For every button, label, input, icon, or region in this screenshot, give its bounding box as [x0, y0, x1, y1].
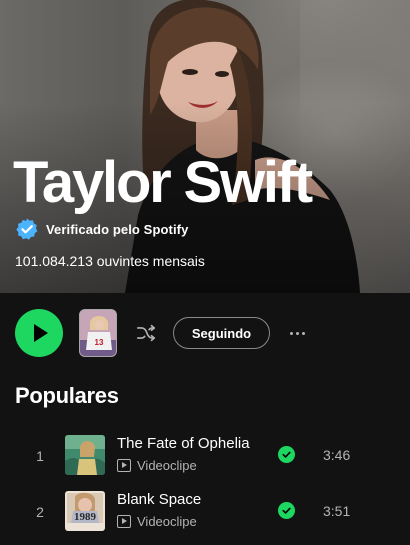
track-duration: 3:51 — [323, 503, 351, 519]
track-title[interactable]: Blank Space — [117, 491, 267, 508]
track-cover — [65, 435, 105, 475]
monthly-listeners: 101.084.213 ouvintes mensais — [15, 253, 205, 269]
track-subtitle-label: Videoclipe — [137, 513, 197, 529]
track-cover: 1989 — [65, 491, 105, 531]
track-title[interactable]: The Fate of Ophelia — [117, 435, 267, 452]
saved-check-icon[interactable] — [278, 446, 295, 463]
track-cover-image — [65, 435, 105, 475]
saved-check-icon[interactable] — [278, 502, 295, 519]
preview-jersey-number: 13 — [95, 338, 104, 347]
track-subtitle: Videoclipe — [117, 513, 197, 529]
preview-image: 13 — [80, 310, 116, 356]
track-cover-image: 1989 — [65, 491, 105, 531]
more-options-button[interactable] — [285, 321, 309, 345]
shuffle-button[interactable] — [133, 320, 159, 346]
preview-thumbnail[interactable]: 13 — [79, 309, 117, 357]
more-dot-icon — [289, 331, 293, 335]
verified-badge-row: Verificado pelo Spotify — [15, 218, 188, 240]
video-icon — [117, 458, 131, 472]
popular-section-title: Populares — [15, 383, 119, 408]
play-button[interactable] — [15, 309, 63, 357]
shuffle-icon — [136, 324, 156, 342]
artist-name: Taylor Swift — [13, 150, 313, 215]
more-dot-icon — [295, 331, 299, 335]
video-icon — [117, 514, 131, 528]
hero-gradient — [0, 0, 410, 293]
track-subtitle-label: Videoclipe — [137, 457, 197, 473]
verified-label: Verificado pelo Spotify — [46, 221, 189, 237]
action-bar: 13 Seguindo — [0, 293, 410, 373]
track-cover-text: 1989 — [74, 511, 97, 523]
track-subtitle: Videoclipe — [117, 457, 197, 473]
track-row[interactable]: 1 The Fate of Ophelia Videoclipe 3:46 — [0, 434, 410, 486]
verified-check-icon — [16, 218, 38, 240]
more-dot-icon — [301, 331, 305, 335]
track-index: 2 — [36, 504, 44, 520]
track-row[interactable]: 2 1989 Blank Space Videoclipe 3:51 — [0, 490, 410, 542]
artist-page: Taylor Swift Verificado pelo Spotify 101… — [0, 0, 410, 545]
track-index: 1 — [36, 448, 44, 464]
track-duration: 3:46 — [323, 447, 351, 463]
artist-header: Taylor Swift Verificado pelo Spotify 101… — [0, 0, 410, 293]
play-icon — [34, 324, 48, 342]
follow-button[interactable]: Seguindo — [173, 317, 270, 349]
